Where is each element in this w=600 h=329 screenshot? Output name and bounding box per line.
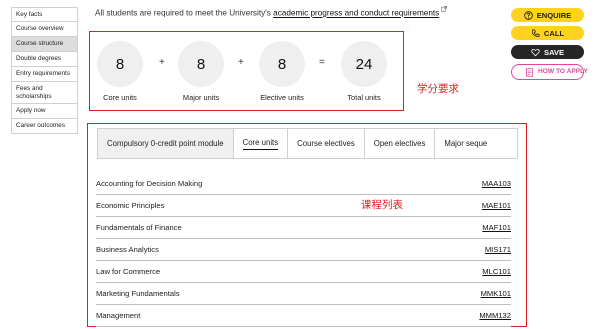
tab-course-electives[interactable]: Course electives xyxy=(288,129,365,158)
tabs-overflow-fade xyxy=(489,129,517,158)
sidebar-item-fees-and-scholarships[interactable]: Fees and scholarships xyxy=(11,82,78,104)
plus-operator: + xyxy=(238,57,244,68)
call-label: CALL xyxy=(543,28,565,38)
academic-progress-link[interactable]: academic progress and conduct requiremen… xyxy=(273,9,439,18)
course-list: Accounting for Decision Making MAA103 Ec… xyxy=(96,173,511,327)
course-code-link[interactable]: MAA103 xyxy=(482,179,511,188)
elective-units-label: Elective units xyxy=(260,93,304,102)
intro-text: All students are required to meet the Un… xyxy=(95,8,274,18)
save-label: SAVE xyxy=(543,47,565,57)
list-item: Marketing Fundamentals MMK101 xyxy=(96,283,511,305)
sidebar-item-course-overview[interactable]: Course overview xyxy=(11,22,78,37)
core-units-count: 8 xyxy=(97,41,143,87)
tab-major-sequence[interactable]: Major seque xyxy=(435,129,497,158)
tab-compulsory-module[interactable]: Compulsory 0-credit point module xyxy=(98,129,234,158)
how-to-apply-label: HOW TO APPLY xyxy=(538,67,588,75)
list-item: Economic Principles MAE101 xyxy=(96,195,511,217)
course-name: Marketing Fundamentals xyxy=(96,289,180,298)
list-item: Law for Commerce MLC101 xyxy=(96,261,511,283)
tab-label: Major seque xyxy=(444,139,488,148)
major-units-count: 8 xyxy=(178,41,224,87)
equals-operator: = xyxy=(319,57,325,68)
major-units-label: Major units xyxy=(182,93,220,102)
elective-units-summary: 8 Elective units xyxy=(258,41,306,102)
plus-operator: + xyxy=(159,57,165,68)
save-button[interactable]: SAVE xyxy=(511,45,584,59)
course-code-link[interactable]: MAE101 xyxy=(482,201,511,210)
enquire-button[interactable]: ENQUIRE xyxy=(511,8,584,22)
phone-icon xyxy=(531,28,540,37)
core-units-summary: 8 Core units xyxy=(96,41,144,102)
question-icon xyxy=(523,10,533,20)
document-icon xyxy=(526,67,533,77)
call-button[interactable]: CALL xyxy=(511,26,584,40)
external-link-icon xyxy=(441,6,448,12)
unit-requirements-box: 8 Core units + 8 Major units + 8 Electiv… xyxy=(89,31,404,111)
course-name: Economic Principles xyxy=(96,201,165,210)
sidebar-item-apply-now[interactable]: Apply now xyxy=(11,104,78,119)
tab-label: Core units xyxy=(242,138,279,150)
total-units-summary: 24 Total units xyxy=(340,41,388,102)
tab-label: Course electives xyxy=(297,139,355,148)
sidebar-item-career-outcomes[interactable]: Career outcomes xyxy=(11,119,78,134)
list-item: Accounting for Decision Making MAA103 xyxy=(96,173,511,195)
list-item: Business Analytics MIS171 xyxy=(96,239,511,261)
list-item: Management MMM132 xyxy=(96,305,511,327)
list-item: Fundamentals of Finance MAF101 xyxy=(96,217,511,239)
total-units-count: 24 xyxy=(341,41,387,87)
units-annotation: 学分要求 xyxy=(417,83,459,95)
elective-units-count: 8 xyxy=(259,41,305,87)
list-annotation: 课程列表 xyxy=(361,199,403,211)
how-to-apply-button[interactable]: HOW TO APPLY xyxy=(511,64,588,80)
tab-label: Compulsory 0-credit point module xyxy=(107,139,224,148)
heart-icon xyxy=(531,48,540,56)
course-code-link[interactable]: MIS171 xyxy=(485,245,511,254)
course-list-box: Compulsory 0-credit point module Core un… xyxy=(87,123,527,327)
unit-type-tabs: Compulsory 0-credit point module Core un… xyxy=(97,128,518,159)
course-code-link[interactable]: MLC101 xyxy=(482,267,511,276)
tab-core-units[interactable]: Core units xyxy=(233,129,289,158)
major-units-summary: 8 Major units xyxy=(177,41,225,102)
core-units-label: Core units xyxy=(103,93,137,102)
course-name: Law for Commerce xyxy=(96,267,161,276)
tab-open-electives[interactable]: Open electives xyxy=(364,129,436,158)
sidebar-item-key-facts[interactable]: Key facts xyxy=(11,7,78,22)
course-name: Management xyxy=(96,311,141,320)
course-code-link[interactable]: MMK101 xyxy=(481,289,511,298)
course-code-link[interactable]: MMM132 xyxy=(479,311,511,320)
enquire-label: ENQUIRE xyxy=(536,10,572,20)
course-name: Fundamentals of Finance xyxy=(96,223,182,232)
sidebar-item-course-structure[interactable]: Course structure xyxy=(11,37,78,52)
tab-label: Open electives xyxy=(373,139,426,148)
total-units-label: Total units xyxy=(347,93,381,102)
course-code-link[interactable]: MAF101 xyxy=(482,223,511,232)
section-nav-sidebar: Key facts Course overview Course structu… xyxy=(11,7,78,134)
course-name: Accounting for Decision Making xyxy=(96,179,203,188)
sidebar-item-double-degrees[interactable]: Double degrees xyxy=(11,52,78,67)
requirements-intro: All students are required to meet the Un… xyxy=(95,6,448,18)
course-name: Business Analytics xyxy=(96,245,159,254)
sidebar-item-entry-requirements[interactable]: Entry requirements xyxy=(11,67,78,82)
